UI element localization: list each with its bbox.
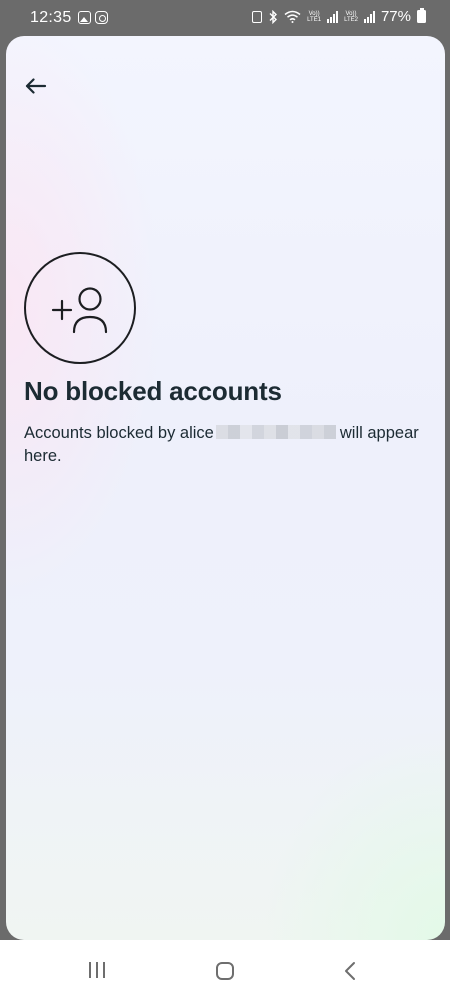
redacted-username bbox=[215, 425, 336, 439]
home-icon[interactable] bbox=[216, 962, 234, 980]
system-nav-bar bbox=[0, 940, 450, 1000]
battery-icon bbox=[417, 8, 426, 23]
description-prefix: Accounts blocked by alice bbox=[24, 424, 214, 442]
gallery-icon bbox=[78, 11, 91, 24]
empty-state-description: Accounts blocked by alice will appear her… bbox=[24, 422, 424, 468]
empty-state-title: No blocked accounts bbox=[24, 376, 282, 406]
instagram-icon bbox=[95, 11, 108, 24]
back-icon[interactable] bbox=[343, 961, 357, 981]
signal-icon bbox=[363, 10, 375, 23]
status-bar: 12:35 Vo)) LTE1 Vo)) LTE2 77% bbox=[0, 0, 450, 36]
battery-saver-icon bbox=[252, 10, 263, 23]
battery-percent: 77% bbox=[380, 8, 411, 25]
bluetooth-icon bbox=[269, 9, 278, 24]
add-person-icon bbox=[51, 287, 108, 334]
back-arrow-icon bbox=[25, 78, 47, 94]
blocked-accounts-screen: No blocked accounts Accounts blocked by … bbox=[6, 36, 445, 940]
recent-apps-icon[interactable] bbox=[89, 962, 105, 978]
signal-icon bbox=[327, 10, 339, 23]
status-right: Vo)) LTE1 Vo)) LTE2 77% bbox=[252, 8, 426, 25]
wifi-icon bbox=[284, 10, 301, 23]
status-time: 12:35 bbox=[30, 9, 72, 26]
back-button[interactable] bbox=[22, 72, 50, 100]
sim2-label: Vo)) LTE2 bbox=[344, 10, 358, 23]
notification-icons bbox=[78, 11, 108, 24]
sim1-label: Vo)) LTE1 bbox=[307, 10, 322, 23]
empty-state-icon-circle bbox=[24, 252, 136, 364]
